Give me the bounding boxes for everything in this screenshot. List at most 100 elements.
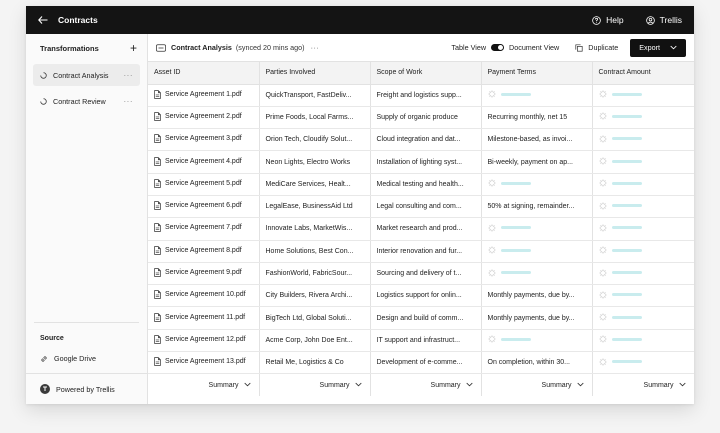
table-row[interactable]: Service Agreement 4.pdf Neon Lights, Elec… — [148, 150, 694, 174]
table-row[interactable]: Service Agreement 11.pdf BigTech Ltd, Glo… — [148, 306, 694, 330]
cell-parties[interactable]: FashionWorld, FabricSour... — [259, 262, 371, 286]
cell-parties[interactable]: Orion Tech, Cloudify Solut... — [259, 128, 371, 152]
cell-contract-amount[interactable] — [592, 106, 694, 130]
cell-payment-terms[interactable]: On completion, within 30... — [481, 351, 593, 375]
cell-contract-amount[interactable] — [592, 306, 694, 330]
cell-payment-terms[interactable] — [481, 217, 593, 241]
cell-contract-amount[interactable] — [592, 329, 694, 353]
cell-asset-id[interactable]: Service Agreement 9.pdf — [148, 262, 260, 286]
table-row[interactable]: Service Agreement 9.pdf FashionWorld, Fab… — [148, 262, 694, 286]
add-transformation-plus-icon[interactable]: + — [130, 42, 137, 54]
cell-payment-terms[interactable] — [481, 329, 593, 353]
cell-payment-terms[interactable]: 50% at signing, remainder... — [481, 195, 593, 219]
summary-dropdown[interactable]: Summary — [259, 373, 371, 396]
cell-scope[interactable]: Sourcing and delivery of t... — [370, 262, 482, 286]
table-row[interactable]: Service Agreement 10.pdf City Builders, R… — [148, 284, 694, 308]
back-arrow-icon[interactable] — [38, 16, 52, 24]
user-menu[interactable]: Trellis — [645, 15, 682, 25]
cell-parties[interactable]: BigTech Ltd, Global Soluti... — [259, 306, 371, 330]
cell-asset-id[interactable]: Service Agreement 11.pdf — [148, 306, 260, 330]
summary-dropdown[interactable]: Summary — [481, 373, 593, 396]
cell-contract-amount[interactable] — [592, 351, 694, 375]
cell-payment-terms[interactable]: Bi-weekly, payment on ap... — [481, 150, 593, 174]
cell-asset-id[interactable]: Service Agreement 6.pdf — [148, 195, 260, 219]
cell-payment-terms[interactable]: Monthly payments, due by... — [481, 284, 593, 308]
column-header-contract-amount[interactable]: Contract Amount — [592, 62, 694, 85]
cell-scope[interactable]: Medical testing and health... — [370, 173, 482, 196]
cell-scope[interactable]: Supply of organic produce — [370, 106, 482, 130]
cell-payment-terms[interactable]: Monthly payments, due by... — [481, 306, 593, 330]
cell-contract-amount[interactable] — [592, 217, 694, 241]
cell-asset-id[interactable]: Service Agreement 7.pdf — [148, 217, 260, 241]
cell-contract-amount[interactable] — [592, 195, 694, 219]
table-row[interactable]: Service Agreement 6.pdf LegalEase, Busine… — [148, 195, 694, 219]
table-row[interactable]: Service Agreement 12.pdf Acme Corp, John … — [148, 329, 694, 353]
table-row[interactable]: Service Agreement 3.pdf Orion Tech, Cloud… — [148, 128, 694, 152]
view-toggle-switch[interactable] — [491, 44, 505, 51]
cell-asset-id[interactable]: Service Agreement 12.pdf — [148, 329, 260, 353]
cell-asset-id[interactable]: Service Agreement 2.pdf — [148, 106, 260, 130]
cell-asset-id[interactable]: Service Agreement 1.pdf — [148, 84, 260, 107]
more-options-icon[interactable]: ··· — [124, 97, 134, 106]
cell-scope[interactable]: Design and build of comm... — [370, 306, 482, 330]
cell-parties[interactable]: Innovate Labs, MarketWis... — [259, 217, 371, 241]
cell-parties[interactable]: MediCare Services, Healt... — [259, 173, 371, 196]
cell-payment-terms[interactable]: Milestone-based, as invoi... — [481, 128, 593, 152]
cell-parties[interactable]: Retail Me, Logistics & Co — [259, 351, 371, 375]
view-toggle[interactable]: Table View Document View — [451, 43, 559, 52]
cell-parties[interactable]: City Builders, Rivera Archi... — [259, 284, 371, 308]
table-row[interactable]: Service Agreement 1.pdf QuickTransport, F… — [148, 84, 694, 107]
help-button[interactable]: Help — [592, 15, 624, 25]
cell-asset-id[interactable]: Service Agreement 5.pdf — [148, 173, 260, 196]
cell-payment-terms[interactable]: Recurring monthly, net 15 — [481, 106, 593, 130]
table-row[interactable]: Service Agreement 7.pdf Innovate Labs, Ma… — [148, 217, 694, 241]
cell-asset-id[interactable]: Service Agreement 8.pdf — [148, 240, 260, 263]
cell-scope[interactable]: Installation of lighting syst... — [370, 150, 482, 174]
more-options-icon[interactable]: ··· — [124, 71, 134, 80]
sidebar-item-contract-analysis[interactable]: Contract Analysis ··· — [33, 64, 140, 86]
source-google-drive[interactable]: Google Drive — [26, 350, 147, 373]
duplicate-button[interactable]: Duplicate — [575, 43, 618, 52]
cell-contract-amount[interactable] — [592, 84, 694, 107]
cell-contract-amount[interactable] — [592, 128, 694, 152]
cell-scope[interactable]: Cloud integration and dat... — [370, 128, 482, 152]
column-header-parties[interactable]: Parties Involved — [259, 62, 371, 85]
summary-dropdown[interactable]: Summary — [148, 373, 260, 396]
cell-scope[interactable]: Logistics support for onlin... — [370, 284, 482, 308]
column-header-payment-terms[interactable]: Payment Terms — [481, 62, 593, 85]
cell-scope[interactable]: Freight and logistics supp... — [370, 84, 482, 107]
cell-parties[interactable]: LegalEase, BusinessAid Ltd — [259, 195, 371, 219]
column-header-scope[interactable]: Scope of Work — [370, 62, 482, 85]
export-button[interactable]: Export — [630, 38, 686, 57]
cell-payment-terms[interactable] — [481, 84, 593, 107]
cell-payment-terms[interactable] — [481, 240, 593, 263]
cell-asset-id[interactable]: Service Agreement 13.pdf — [148, 351, 260, 375]
table-row[interactable]: Service Agreement 5.pdf MediCare Services… — [148, 173, 694, 196]
cell-contract-amount[interactable] — [592, 173, 694, 196]
cell-contract-amount[interactable] — [592, 150, 694, 174]
cell-scope[interactable]: IT support and infrastruct... — [370, 329, 482, 353]
summary-dropdown[interactable]: Summary — [592, 373, 694, 396]
cell-scope[interactable]: Legal consulting and com... — [370, 195, 482, 219]
cell-scope[interactable]: Market research and prod... — [370, 217, 482, 241]
sidebar-item-contract-review[interactable]: Contract Review ··· — [33, 90, 140, 112]
table-row[interactable]: Service Agreement 8.pdf Home Solutions, B… — [148, 240, 694, 263]
more-options-icon[interactable]: ··· — [311, 43, 320, 52]
cell-asset-id[interactable]: Service Agreement 3.pdf — [148, 128, 260, 152]
cell-contract-amount[interactable] — [592, 240, 694, 263]
cell-contract-amount[interactable] — [592, 262, 694, 286]
cell-parties[interactable]: Acme Corp, John Doe Ent... — [259, 329, 371, 353]
table-row[interactable]: Service Agreement 2.pdf Prime Foods, Loca… — [148, 106, 694, 130]
cell-contract-amount[interactable] — [592, 284, 694, 308]
column-header-asset-id[interactable]: Asset ID — [148, 62, 260, 85]
cell-parties[interactable]: Home Solutions, Best Con... — [259, 240, 371, 263]
cell-parties[interactable]: Neon Lights, Electro Works — [259, 150, 371, 174]
cell-parties[interactable]: QuickTransport, FastDeliv... — [259, 84, 371, 107]
cell-parties[interactable]: Prime Foods, Local Farms... — [259, 106, 371, 130]
table-row[interactable]: Service Agreement 13.pdf Retail Me, Logis… — [148, 351, 694, 375]
cell-payment-terms[interactable] — [481, 173, 593, 196]
cell-asset-id[interactable]: Service Agreement 10.pdf — [148, 284, 260, 308]
cell-scope[interactable]: Development of e-comme... — [370, 351, 482, 375]
cell-asset-id[interactable]: Service Agreement 4.pdf — [148, 150, 260, 174]
summary-dropdown[interactable]: Summary — [370, 373, 482, 396]
